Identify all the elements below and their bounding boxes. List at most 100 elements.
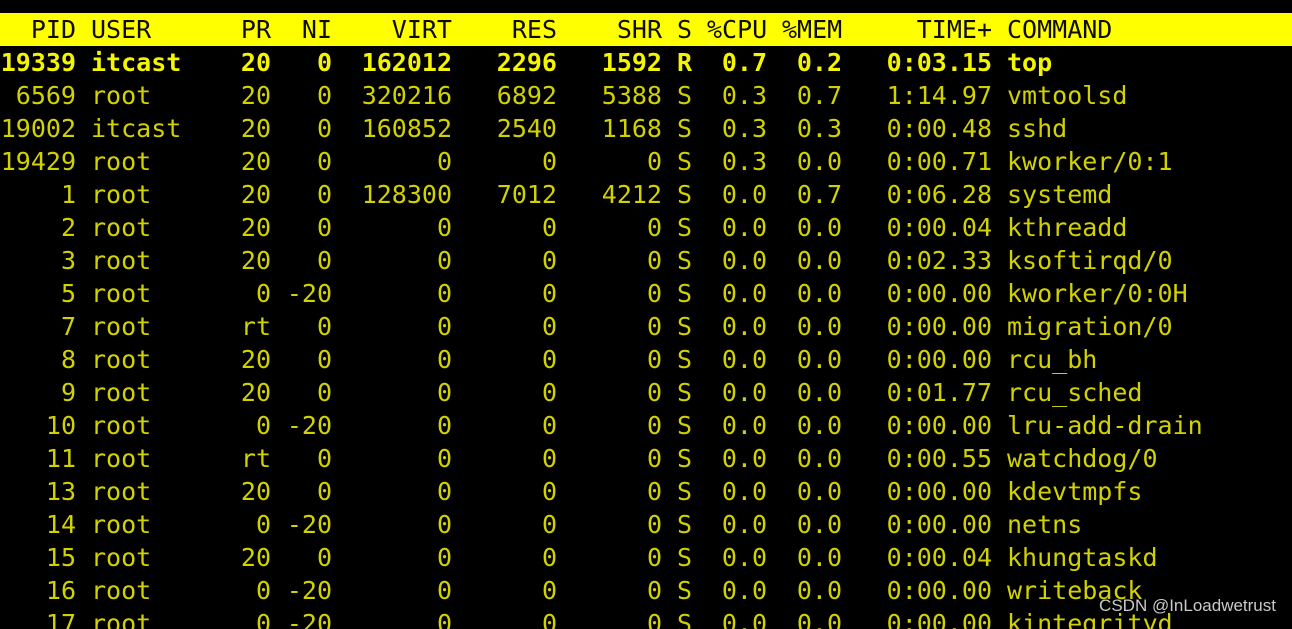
cell-shr: 5388: [601, 81, 662, 110]
cell-time: 0:00.00: [886, 345, 992, 374]
cell-virt: 0: [436, 510, 452, 539]
cell-virt: 0: [436, 543, 452, 572]
cell-pr: rt: [240, 444, 271, 473]
table-row: 6569 root 20 0 320216 6892 5388 S 0.3 0.7 1:14.97 v…: [0, 79, 1292, 112]
cell-mem: 0.0: [796, 609, 842, 629]
cell-time: 0:06.28: [886, 180, 992, 209]
cell-user: root: [91, 576, 152, 605]
cell-time: 0:00.48: [886, 114, 992, 143]
cell-res: 0: [541, 411, 557, 440]
cell-command: kthreadd: [1007, 213, 1128, 242]
cell-cpu: 0.0: [721, 444, 767, 473]
cell-res: 0: [541, 477, 557, 506]
cell-mem: 0.0: [796, 543, 842, 572]
cell-user: root: [91, 246, 152, 275]
cell-pid: 9: [60, 378, 76, 407]
cell-command: kworker/0:0H: [1007, 279, 1188, 308]
cell-pr: 20: [240, 147, 271, 176]
cell-res: 6892: [496, 81, 557, 110]
cell-cpu: 0.3: [721, 147, 767, 176]
cell-shr: 0: [646, 444, 662, 473]
cell-virt: 0: [436, 279, 452, 308]
cell-ni: 0: [316, 48, 332, 77]
cell-virt: 0: [436, 213, 452, 242]
table-row: 9 root 20 0 0 0 0 S 0.0 0.0 0:01.77 rcu_sched: [0, 376, 1292, 409]
terminal-screen[interactable]: PID USER PR NI VIRT RES SHR S %CPU %MEM …: [0, 0, 1292, 629]
cell-res: 0: [541, 609, 557, 629]
cell-res: 0: [541, 543, 557, 572]
cell-command: top: [1007, 48, 1053, 77]
cell-pr: 20: [240, 246, 271, 275]
cell-mem: 0.0: [796, 279, 842, 308]
cell-s: S: [677, 180, 693, 209]
cell-res: 0: [541, 147, 557, 176]
cell-ni: 0: [316, 114, 332, 143]
cell-shr: 0: [646, 543, 662, 572]
cell-pr: 20: [240, 114, 271, 143]
cell-pid: 3: [60, 246, 76, 275]
cell-time: 0:00.04: [886, 213, 992, 242]
cell-shr: 0: [646, 345, 662, 374]
cell-s: S: [677, 213, 693, 242]
cell-ni: 0: [316, 543, 332, 572]
cell-shr: 0: [646, 411, 662, 440]
cell-ni: 0: [316, 147, 332, 176]
cell-shr: 0: [646, 477, 662, 506]
cell-user: root: [91, 213, 152, 242]
cell-command: systemd: [1007, 180, 1113, 209]
table-row: 2 root 20 0 0 0 0 S 0.0 0.0 0:00.04 kthreadd: [0, 211, 1292, 244]
cell-virt: 162012: [361, 48, 452, 77]
cell-ni: 0: [316, 444, 332, 473]
cell-mem: 0.7: [796, 180, 842, 209]
column-header-ni: NI: [301, 15, 332, 44]
column-header-time: TIME+: [916, 15, 992, 44]
cell-s: S: [677, 345, 693, 374]
cell-shr: 0: [646, 246, 662, 275]
cell-mem: 0.7: [796, 81, 842, 110]
column-header-cpu: %CPU: [707, 15, 768, 44]
cell-command: kworker/0:1: [1007, 147, 1173, 176]
table-row: 15 root 20 0 0 0 0 S 0.0 0.0 0:00.04 khungtaskd: [0, 541, 1292, 574]
cell-s: S: [677, 477, 693, 506]
cell-mem: 0.0: [796, 411, 842, 440]
cell-res: 0: [541, 279, 557, 308]
cell-res: 0: [541, 312, 557, 341]
cell-virt: 0: [436, 147, 452, 176]
cell-cpu: 0.0: [721, 312, 767, 341]
cell-virt: 0: [436, 345, 452, 374]
cell-ni: 0: [316, 378, 332, 407]
cell-user: root: [91, 312, 152, 341]
cell-pr: 20: [240, 477, 271, 506]
cell-virt: 0: [436, 246, 452, 275]
cell-shr: 0: [646, 609, 662, 629]
cell-mem: 0.2: [796, 48, 842, 77]
table-row: 19002 itcast 20 0 160852 2540 1168 S 0.3 0.3 0:00.…: [0, 112, 1292, 145]
cell-s: S: [677, 312, 693, 341]
column-header-virt: VIRT: [391, 15, 452, 44]
cell-res: 2296: [496, 48, 557, 77]
cell-mem: 0.0: [796, 213, 842, 242]
cell-res: 0: [541, 345, 557, 374]
cell-pid: 19429: [0, 147, 76, 176]
cell-ni: -20: [286, 576, 332, 605]
table-row: 10 root 0 -20 0 0 0 S 0.0 0.0 0:00.00 lru-add-drain: [0, 409, 1292, 442]
cell-pid: 15: [45, 543, 76, 572]
cell-cpu: 0.0: [721, 345, 767, 374]
cell-time: 0:00.00: [886, 477, 992, 506]
cell-command: rcu_sched: [1007, 378, 1143, 407]
cell-time: 0:00.55: [886, 444, 992, 473]
cell-command: vmtoolsd: [1007, 81, 1128, 110]
cell-s: S: [677, 279, 693, 308]
cell-time: 0:00.00: [886, 576, 992, 605]
cell-pid: 14: [45, 510, 76, 539]
cell-s: S: [677, 114, 693, 143]
cell-res: 0: [541, 510, 557, 539]
cell-cpu: 0.0: [721, 543, 767, 572]
cell-virt: 0: [436, 576, 452, 605]
cell-virt: 0: [436, 378, 452, 407]
cell-user: itcast: [91, 114, 182, 143]
cell-command: lru-add-drain: [1007, 411, 1203, 440]
cell-cpu: 0.0: [721, 477, 767, 506]
cell-res: 0: [541, 444, 557, 473]
cell-s: S: [677, 576, 693, 605]
